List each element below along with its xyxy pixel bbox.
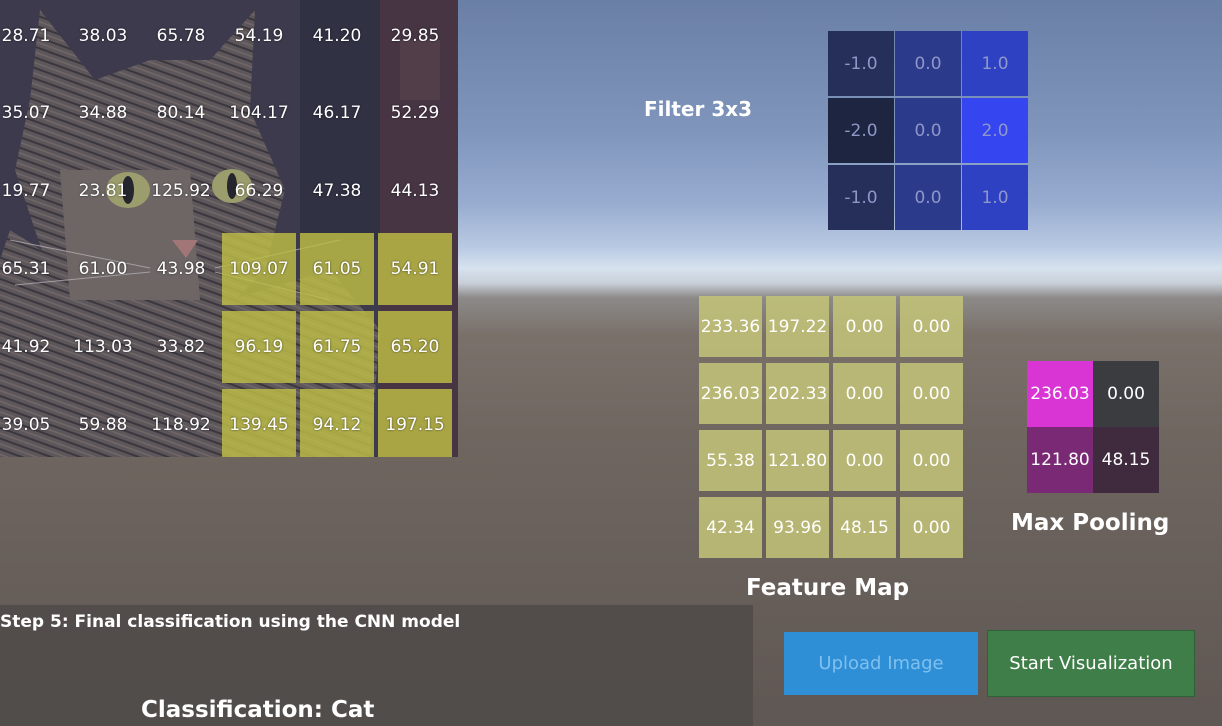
pixel-value-grid: 28.71 38.03 65.78 54.19 41.20 29.85 35.07 34.88… bbox=[0, 0, 458, 457]
pixel-value-cell: 33.82 bbox=[156, 337, 206, 357]
input-image-panel: 28.71 38.03 65.78 54.19 41.20 29.85 35.07 34.88… bbox=[0, 0, 458, 457]
pixel-value-cell: 35.07 bbox=[1, 103, 51, 123]
feature-map-label: Feature Map bbox=[746, 575, 910, 601]
pixel-value-cell: 41.92 bbox=[1, 337, 51, 357]
feature-map-cell: 0.00 bbox=[900, 363, 963, 424]
feature-map-cell: 121.80 bbox=[766, 430, 829, 491]
feature-map-cell: 202.33 bbox=[766, 363, 829, 424]
upload-image-button[interactable]: Upload Image bbox=[784, 632, 978, 695]
feature-map-cell: 0.00 bbox=[833, 430, 896, 491]
feature-map-cell: 0.00 bbox=[833, 296, 896, 357]
pixel-value-cell: 43.98 bbox=[156, 259, 206, 279]
pixel-value-cell: 65.20 bbox=[378, 311, 452, 383]
pixel-value-cell: 113.03 bbox=[73, 337, 133, 357]
max-pooling-cell: 236.03 bbox=[1027, 361, 1093, 427]
filter-weight-cell: 0.0 bbox=[895, 98, 961, 163]
step-description: Step 5: Final classification using the C… bbox=[0, 612, 461, 632]
filter-weight-cell: 1.0 bbox=[962, 31, 1028, 96]
pixel-value-cell: 61.00 bbox=[78, 259, 128, 279]
feature-map-cell: 55.38 bbox=[699, 430, 762, 491]
pixel-value-cell: 19.77 bbox=[1, 181, 51, 201]
classification-result: Classification: Cat bbox=[141, 697, 375, 723]
pixel-value-cell: 29.85 bbox=[390, 26, 440, 46]
max-pooling-cell: 48.15 bbox=[1093, 427, 1159, 493]
pixel-value-cell: 54.19 bbox=[234, 26, 284, 46]
pixel-value-cell: 80.14 bbox=[156, 103, 206, 123]
max-pooling-grid: 236.03 0.00 121.80 48.15 bbox=[1027, 361, 1159, 493]
pixel-value-cell: 54.91 bbox=[378, 233, 452, 305]
feature-map-cell: 48.15 bbox=[833, 497, 896, 558]
filter-weight-cell: 0.0 bbox=[895, 165, 961, 230]
pixel-value-cell: 125.92 bbox=[151, 181, 211, 201]
pixel-value-cell: 139.45 bbox=[222, 389, 296, 457]
pixel-value-cell: 94.12 bbox=[300, 389, 374, 457]
feature-map-cell: 0.00 bbox=[900, 497, 963, 558]
pixel-value-cell: 34.88 bbox=[78, 103, 128, 123]
start-visualization-button[interactable]: Start Visualization bbox=[987, 630, 1195, 697]
pixel-value-cell: 65.78 bbox=[156, 26, 206, 46]
pixel-value-cell: 118.92 bbox=[151, 415, 211, 435]
pixel-value-cell: 61.75 bbox=[300, 311, 374, 383]
pixel-value-cell: 66.29 bbox=[234, 181, 284, 201]
pixel-value-cell: 59.88 bbox=[78, 415, 128, 435]
max-pooling-cell: 0.00 bbox=[1093, 361, 1159, 427]
feature-map-cell: 197.22 bbox=[766, 296, 829, 357]
pixel-value-cell: 46.17 bbox=[312, 103, 362, 123]
filter-label: Filter 3x3 bbox=[644, 97, 753, 121]
pixel-value-cell: 39.05 bbox=[1, 415, 51, 435]
feature-map-cell: 93.96 bbox=[766, 497, 829, 558]
filter-kernel-grid: -1.0 0.0 1.0 -2.0 0.0 2.0 -1.0 0.0 1.0 bbox=[828, 31, 1029, 230]
pixel-value-cell: 47.38 bbox=[312, 181, 362, 201]
pixel-value-cell: 104.17 bbox=[229, 103, 289, 123]
filter-weight-cell: -1.0 bbox=[828, 31, 894, 96]
pixel-value-cell: 38.03 bbox=[78, 26, 128, 46]
pixel-value-cell: 52.29 bbox=[390, 103, 440, 123]
feature-map-grid: 233.36 197.22 0.00 0.00 236.03 202.33 0.00 0.00… bbox=[699, 296, 963, 558]
pixel-value-cell: 61.05 bbox=[300, 233, 374, 305]
feature-map-cell: 0.00 bbox=[900, 296, 963, 357]
filter-weight-cell: 0.0 bbox=[895, 31, 961, 96]
filter-weight-cell: -1.0 bbox=[828, 165, 894, 230]
filter-weight-cell: 2.0 bbox=[962, 98, 1028, 163]
max-pooling-label: Max Pooling bbox=[1011, 510, 1170, 536]
max-pooling-cell: 121.80 bbox=[1027, 427, 1093, 493]
feature-map-cell: 0.00 bbox=[833, 363, 896, 424]
feature-map-cell: 0.00 bbox=[900, 430, 963, 491]
filter-weight-cell: -2.0 bbox=[828, 98, 894, 163]
feature-map-cell: 236.03 bbox=[699, 363, 762, 424]
pixel-value-cell: 197.15 bbox=[378, 389, 452, 457]
filter-weight-cell: 1.0 bbox=[962, 165, 1028, 230]
feature-map-cell: 42.34 bbox=[699, 497, 762, 558]
pixel-value-cell: 96.19 bbox=[222, 311, 296, 383]
pixel-value-cell: 109.07 bbox=[222, 233, 296, 305]
pixel-value-cell: 28.71 bbox=[1, 26, 51, 46]
pixel-value-cell: 41.20 bbox=[312, 26, 362, 46]
pixel-value-cell: 23.81 bbox=[78, 181, 128, 201]
pixel-value-cell: 65.31 bbox=[1, 259, 51, 279]
feature-map-cell: 233.36 bbox=[699, 296, 762, 357]
pixel-value-cell: 44.13 bbox=[390, 181, 440, 201]
